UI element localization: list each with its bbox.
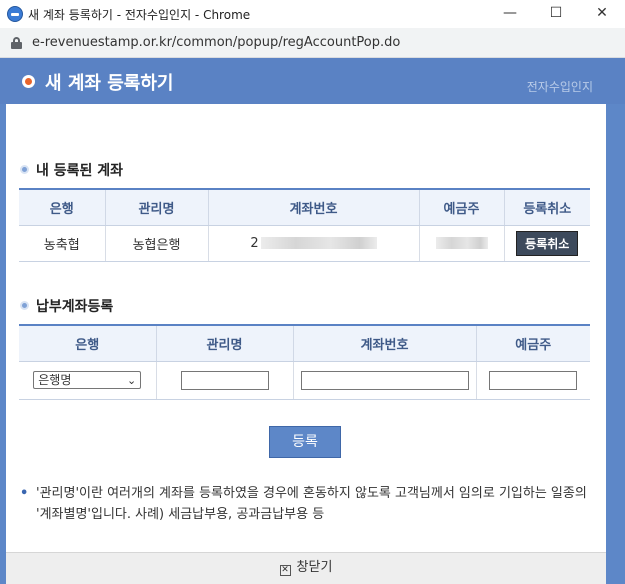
popup-header: 새 계좌 등록하기 전자수입인지 xyxy=(0,58,625,104)
maximize-button[interactable]: ☐ xyxy=(533,0,579,28)
table-header-row: 은행 관리명 계좌번호 예금주 등록취소 xyxy=(19,189,590,226)
popup-frame: 새 계좌 등록하기 전자수입인지 내 등록된 계좌 은행 관리명 계좌번호 예금… xyxy=(0,58,625,584)
close-window-button[interactable]: ✕ xyxy=(579,0,625,28)
col-account-number: 계좌번호 xyxy=(293,325,477,362)
cell-account-input xyxy=(293,361,477,400)
close-label[interactable]: 창닫기 xyxy=(297,560,333,575)
url-text[interactable]: e-revenuestamp.or.kr/common/popup/regAcc… xyxy=(32,35,400,50)
popup-content: 내 등록된 계좌 은행 관리명 계좌번호 예금주 등록취소 농축협 농협은행 2 xyxy=(6,104,606,554)
address-bar[interactable]: e-revenuestamp.or.kr/common/popup/regAcc… xyxy=(0,28,625,58)
bank-select[interactable]: 은행명 ⌄ xyxy=(33,371,142,389)
col-account-number: 계좌번호 xyxy=(208,189,420,226)
cell-holder-input xyxy=(476,361,590,400)
redacted-account xyxy=(260,237,377,249)
globe-icon xyxy=(7,6,23,22)
col-alias: 관리명 xyxy=(105,189,209,226)
col-cancel: 등록취소 xyxy=(504,189,590,226)
cell-cancel: 등록취소 xyxy=(504,225,590,262)
cell-holder xyxy=(419,225,505,262)
col-holder: 예금주 xyxy=(476,325,590,362)
registered-accounts-table: 은행 관리명 계좌번호 예금주 등록취소 농축협 농협은행 2 등록취소 xyxy=(19,188,590,262)
col-bank: 은행 xyxy=(19,325,157,362)
cell-alias-input xyxy=(156,361,294,400)
header-bullet-icon xyxy=(22,75,35,88)
chevron-down-icon: ⌄ xyxy=(127,374,137,387)
table-header-row: 은행 관리명 계좌번호 예금주 xyxy=(19,325,590,362)
cell-account-number: 2 xyxy=(208,225,420,262)
window-title: 새 계좌 등록하기 - 전자수입인지 - Chrome xyxy=(28,8,251,22)
cell-alias: 농협은행 xyxy=(105,225,209,262)
table-row: 은행명 ⌄ xyxy=(19,361,590,400)
page-title: 새 계좌 등록하기 xyxy=(45,73,174,94)
account-number-input[interactable] xyxy=(300,370,469,390)
alias-note: • '관리명'이란 여러개의 계좌를 등록하였을 경우에 혼동하지 않도록 고객… xyxy=(20,483,600,525)
minimize-button[interactable]: — xyxy=(487,0,533,28)
register-account-table: 은행 관리명 계좌번호 예금주 은행명 ⌄ xyxy=(19,324,590,400)
table-row: 농축협 농협은행 2 등록취소 xyxy=(19,225,590,262)
section-bullet-icon xyxy=(20,165,29,174)
redacted-holder xyxy=(435,237,488,249)
note-bullet-icon: • xyxy=(20,486,29,501)
holder-input[interactable] xyxy=(489,370,578,390)
col-alias: 관리명 xyxy=(156,325,294,362)
col-bank: 은행 xyxy=(19,189,106,226)
col-holder: 예금주 xyxy=(419,189,505,226)
alias-input[interactable] xyxy=(180,370,269,390)
close-icon: ✕ xyxy=(279,565,291,576)
register-button[interactable]: 등록 xyxy=(269,426,341,458)
account-prefix: 2 xyxy=(250,235,259,251)
cancel-registration-button[interactable]: 등록취소 xyxy=(516,230,579,256)
cell-bank: 농축협 xyxy=(19,225,106,262)
lock-icon xyxy=(11,37,22,49)
section-bullet-icon xyxy=(20,301,29,310)
register-section-title: 납부계좌등록 xyxy=(20,296,113,316)
cell-bank-select: 은행명 ⌄ xyxy=(19,361,157,400)
registered-section-title: 내 등록된 계좌 xyxy=(20,160,123,180)
window-titlebar: 새 계좌 등록하기 - 전자수입인지 - Chrome — ☐ ✕ xyxy=(0,0,625,28)
brand-label: 전자수입인지 xyxy=(526,80,593,94)
close-window-bar[interactable]: ✕ 창닫기 xyxy=(6,552,606,584)
